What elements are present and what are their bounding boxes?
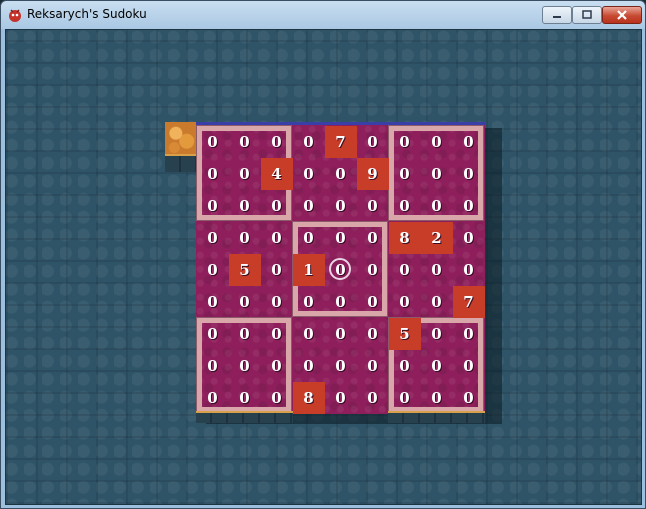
sudoku-cell[interactable]: 5 bbox=[388, 317, 421, 350]
sudoku-cell[interactable]: 0 bbox=[229, 350, 261, 382]
sudoku-cell[interactable]: 0 bbox=[293, 286, 325, 318]
game-area: 0000700000040090000000000000000008200501… bbox=[5, 29, 642, 505]
sudoku-cell[interactable]: 0 bbox=[357, 286, 389, 318]
sudoku-cell[interactable]: 0 bbox=[453, 222, 485, 254]
sudoku-cell[interactable]: 0 bbox=[261, 190, 293, 222]
sudoku-cell[interactable]: 0 bbox=[197, 190, 229, 222]
sudoku-cell[interactable]: 0 bbox=[197, 350, 229, 382]
sudoku-cell[interactable]: 0 bbox=[293, 190, 325, 222]
sudoku-cell[interactable]: 0 bbox=[229, 126, 261, 158]
sudoku-cell[interactable]: 0 bbox=[293, 222, 325, 254]
sudoku-cell[interactable]: 0 bbox=[229, 158, 261, 190]
sudoku-cell[interactable]: 0 bbox=[453, 126, 485, 158]
selection-cursor bbox=[329, 258, 351, 280]
sudoku-cell[interactable]: 0 bbox=[325, 318, 357, 350]
sudoku-cell[interactable]: 0 bbox=[421, 190, 453, 222]
sudoku-cell[interactable]: 0 bbox=[197, 222, 229, 254]
sudoku-cell[interactable]: 8 bbox=[292, 381, 325, 414]
sudoku-cell[interactable]: 0 bbox=[357, 190, 389, 222]
sudoku-cell[interactable]: 0 bbox=[197, 254, 229, 286]
sudoku-cell[interactable]: 0 bbox=[197, 382, 229, 414]
sudoku-cell[interactable]: 0 bbox=[325, 382, 357, 414]
minimize-icon bbox=[553, 16, 561, 18]
corner-decoration bbox=[165, 122, 196, 154]
sudoku-cell[interactable]: 0 bbox=[261, 350, 293, 382]
sudoku-cell[interactable]: 0 bbox=[229, 382, 261, 414]
maximize-icon bbox=[582, 10, 592, 19]
sudoku-cell[interactable]: 5 bbox=[228, 253, 261, 286]
sudoku-cell[interactable]: 0 bbox=[389, 126, 421, 158]
sudoku-cell[interactable]: 0 bbox=[453, 190, 485, 222]
sudoku-cell[interactable]: 7 bbox=[324, 125, 357, 158]
sudoku-cell[interactable]: 0 bbox=[261, 318, 293, 350]
sudoku-cell[interactable]: 0 bbox=[421, 382, 453, 414]
sudoku-cell[interactable]: 0 bbox=[453, 318, 485, 350]
sudoku-board[interactable]: 0000700000040090000000000000000008200501… bbox=[196, 122, 485, 414]
sudoku-cell[interactable]: 0 bbox=[389, 286, 421, 318]
sudoku-cell[interactable]: 0 bbox=[389, 254, 421, 286]
sudoku-cell[interactable]: 0 bbox=[357, 350, 389, 382]
maximize-button[interactable] bbox=[572, 6, 602, 24]
sudoku-cell[interactable]: 0 bbox=[453, 350, 485, 382]
sudoku-cell[interactable]: 0 bbox=[293, 126, 325, 158]
sudoku-cell[interactable]: 0 bbox=[325, 190, 357, 222]
sudoku-cell[interactable]: 0 bbox=[453, 254, 485, 286]
sudoku-cell[interactable]: 0 bbox=[325, 158, 357, 190]
sudoku-cell[interactable]: 0 bbox=[229, 286, 261, 318]
sudoku-cell[interactable]: 0 bbox=[197, 286, 229, 318]
sudoku-cell[interactable]: 2 bbox=[420, 221, 453, 254]
sudoku-cell[interactable]: 0 bbox=[421, 286, 453, 318]
sudoku-cell[interactable]: 0 bbox=[421, 126, 453, 158]
sudoku-cell[interactable]: 1 bbox=[292, 253, 325, 286]
sudoku-cell[interactable]: 0 bbox=[261, 382, 293, 414]
sudoku-cell[interactable]: 0 bbox=[229, 190, 261, 222]
sudoku-cell[interactable]: 0 bbox=[357, 318, 389, 350]
sudoku-cell[interactable]: 0 bbox=[421, 254, 453, 286]
sudoku-cell[interactable]: 0 bbox=[421, 350, 453, 382]
sudoku-cell[interactable]: 0 bbox=[261, 222, 293, 254]
board-ledge-right bbox=[388, 411, 485, 423]
sudoku-cell[interactable]: 0 bbox=[357, 222, 389, 254]
sudoku-cell[interactable]: 0 bbox=[229, 318, 261, 350]
sudoku-cell[interactable]: 9 bbox=[356, 157, 389, 190]
sudoku-cell[interactable]: 0 bbox=[389, 158, 421, 190]
sudoku-cell[interactable]: 0 bbox=[293, 318, 325, 350]
sudoku-cell[interactable]: 0 bbox=[197, 158, 229, 190]
sudoku-cell[interactable]: 0 bbox=[453, 158, 485, 190]
sudoku-cell[interactable]: 0 bbox=[293, 350, 325, 382]
sudoku-cell[interactable]: 0 bbox=[453, 382, 485, 414]
sudoku-cell[interactable]: 0 bbox=[293, 158, 325, 190]
sudoku-cell[interactable]: 0 bbox=[389, 382, 421, 414]
sudoku-cell[interactable]: 0 bbox=[261, 254, 293, 286]
sudoku-cell[interactable]: 0 bbox=[325, 286, 357, 318]
sudoku-cell[interactable]: 7 bbox=[452, 285, 485, 318]
sudoku-cell[interactable]: 0 bbox=[389, 190, 421, 222]
sudoku-cell[interactable]: 0 bbox=[261, 126, 293, 158]
sudoku-cell[interactable]: 0 bbox=[197, 318, 229, 350]
window-title: Reksarych's Sudoku bbox=[27, 7, 147, 21]
sudoku-cell[interactable]: 0 bbox=[421, 318, 453, 350]
close-icon bbox=[617, 10, 627, 20]
minimize-button[interactable] bbox=[542, 6, 572, 24]
sudoku-app-icon bbox=[9, 9, 21, 22]
sudoku-cell[interactable]: 8 bbox=[388, 221, 421, 254]
sudoku-cell[interactable]: 0 bbox=[325, 350, 357, 382]
sudoku-cell[interactable]: 0 bbox=[261, 286, 293, 318]
corner-ledge bbox=[165, 154, 196, 172]
title-bar[interactable]: Reksarych's Sudoku bbox=[1, 1, 645, 29]
sudoku-cell[interactable]: 0 bbox=[197, 126, 229, 158]
sudoku-cell[interactable]: 0 bbox=[325, 222, 357, 254]
board-ledge-left bbox=[196, 411, 293, 423]
sudoku-cell[interactable]: 0 bbox=[357, 254, 389, 286]
sudoku-cell[interactable]: 4 bbox=[260, 157, 293, 190]
sudoku-cell[interactable]: 0 bbox=[357, 382, 389, 414]
sudoku-cell[interactable]: 0 bbox=[357, 126, 389, 158]
app-window: Reksarych's Sudoku 000070000004009000000… bbox=[0, 0, 646, 509]
close-button[interactable] bbox=[602, 6, 642, 24]
sudoku-cell[interactable]: 0 bbox=[389, 350, 421, 382]
sudoku-cell[interactable]: 0 bbox=[229, 222, 261, 254]
sudoku-cell[interactable]: 0 bbox=[421, 158, 453, 190]
